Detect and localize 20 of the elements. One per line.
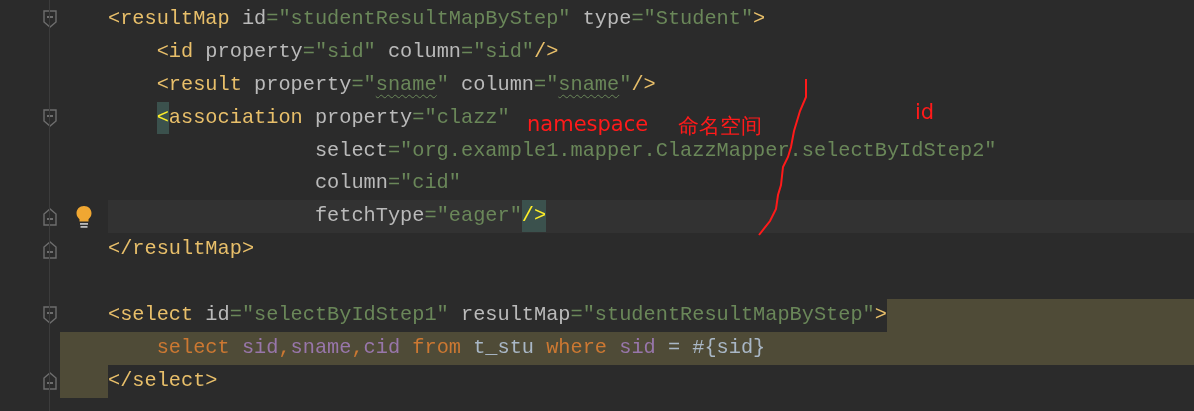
annotation-text: namespace (527, 112, 649, 136)
fold-icon[interactable] (43, 240, 57, 259)
code-line: </select> (108, 367, 218, 394)
fold-icon[interactable] (43, 207, 57, 226)
code-line: fetchType="eager"/> (108, 200, 547, 234)
annotation-text: 命名空间 (678, 113, 762, 140)
code-line: <association property="clazz" (108, 101, 510, 135)
code-line: select sid,sname,cid from t_stu where sid = #{sid} (155, 334, 766, 361)
annotation-text: id (915, 100, 935, 124)
code-line: <id property="sid" column="sid"/> (155, 38, 559, 65)
lightbulb-icon[interactable] (75, 204, 93, 229)
code-line: <resultMap id="studentResultMapByStep" type="Student"> (108, 6, 766, 32)
fold-icon[interactable] (43, 306, 57, 325)
fold-icon[interactable] (43, 372, 57, 391)
code-line: </resultMap> (108, 236, 255, 263)
code-line: <select id="selectByIdStep1" resultMap="studentResultMapByStep"> (108, 302, 887, 328)
fold-icon[interactable] (43, 109, 57, 128)
fold-icon[interactable] (43, 10, 57, 29)
code-line: column="cid" (313, 170, 461, 197)
code-line: <result property="sname" column="sname"/> (155, 71, 656, 98)
